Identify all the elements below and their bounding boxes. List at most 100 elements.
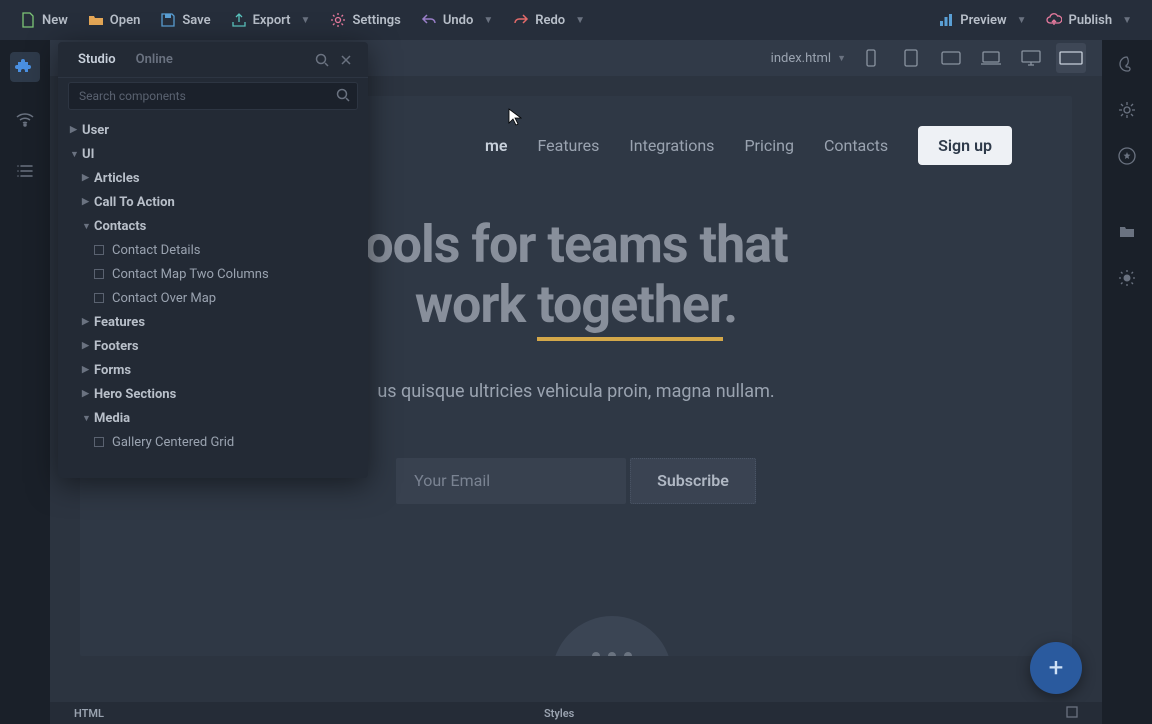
dot-icon (608, 652, 616, 656)
chevron-down-icon: ▼ (1017, 15, 1027, 26)
settings-label: Settings (352, 13, 400, 28)
save-button[interactable]: Save (150, 6, 220, 34)
tree-hero[interactable]: Hero Sections (58, 382, 368, 406)
top-toolbar: New Open Save Export ▼ Settings Undo ▼ (0, 0, 1152, 40)
signup-button[interactable]: Sign up (918, 126, 1012, 165)
left-rail (0, 40, 50, 724)
tree-contact-details[interactable]: Contact Details (58, 238, 368, 262)
tab-styles[interactable]: Styles (544, 707, 574, 720)
palette-rail-button[interactable] (1115, 52, 1139, 76)
nav-contacts[interactable]: Contacts (824, 136, 888, 155)
export-button[interactable]: Export ▼ (221, 6, 321, 34)
email-input[interactable] (396, 458, 626, 504)
nav-home[interactable]: me (485, 136, 508, 155)
bottom-tabs: HTML Styles (50, 702, 1102, 724)
preview-button[interactable]: Preview ▼ (928, 6, 1036, 34)
hero-line2-a: work (415, 274, 537, 335)
components-rail-button[interactable] (10, 52, 40, 82)
list-rail-button[interactable] (10, 156, 40, 186)
preview-label: Preview (960, 13, 1006, 28)
tree-cta[interactable]: Call To Action (58, 190, 368, 214)
dot-icon (624, 652, 632, 656)
tree-user[interactable]: User (58, 118, 368, 142)
hero-underline-word: together (537, 274, 723, 341)
tree-contact-map-two[interactable]: Contact Map Two Columns (58, 262, 368, 286)
tree-articles[interactable]: Articles (58, 166, 368, 190)
search-icon (315, 53, 329, 67)
palette-icon (1118, 55, 1136, 73)
undo-label: Undo (443, 13, 473, 28)
gear-rail-button[interactable] (1115, 98, 1139, 122)
open-label: Open (110, 13, 141, 28)
device-phone-button[interactable] (856, 43, 886, 73)
star-circle-icon (1118, 147, 1136, 165)
undo-button[interactable]: Undo ▼ (411, 6, 503, 34)
device-tablet-landscape-button[interactable] (936, 43, 966, 73)
tree-gallery-centered[interactable]: Gallery Centered Grid (58, 430, 368, 454)
tree-features[interactable]: Features (58, 310, 368, 334)
theme-rail-button[interactable] (1115, 266, 1139, 290)
puzzle-icon (15, 57, 35, 77)
device-desktop-button[interactable] (1016, 43, 1046, 73)
subscribe-button[interactable]: Subscribe (630, 458, 756, 504)
search-input[interactable] (68, 82, 358, 110)
new-label: New (42, 13, 68, 28)
device-wide-button[interactable] (1056, 43, 1086, 73)
tablet-portrait-icon (903, 49, 919, 67)
dot-icon (592, 652, 600, 656)
components-panel: Studio Online User UI Articles Call To A… (58, 42, 368, 478)
export-label: Export (253, 13, 291, 28)
folder-open-icon (88, 12, 104, 28)
publish-label: Publish (1068, 13, 1112, 28)
right-rail (1102, 40, 1152, 724)
search-toggle-button[interactable] (310, 48, 334, 72)
close-panel-button[interactable] (334, 48, 358, 72)
comp-panel-tabs: Studio Online (58, 42, 368, 78)
star-rail-button[interactable] (1115, 144, 1139, 168)
publish-button[interactable]: Publish ▼ (1036, 6, 1142, 34)
chevron-down-icon: ▼ (301, 15, 311, 26)
file-name: index.html (771, 51, 831, 66)
settings-button[interactable]: Settings (320, 6, 410, 34)
tree-ui[interactable]: UI (58, 142, 368, 166)
tree-contacts[interactable]: Contacts (58, 214, 368, 238)
chevron-down-icon: ▼ (483, 15, 493, 26)
tablet-landscape-icon (941, 50, 961, 66)
nav-pricing[interactable]: Pricing (744, 136, 794, 155)
bottom-bump[interactable] (552, 616, 672, 656)
undo-icon (421, 12, 437, 28)
phone-icon (864, 49, 878, 67)
tab-html[interactable]: HTML (74, 707, 104, 720)
open-button[interactable]: Open (78, 6, 151, 34)
redo-button[interactable]: Redo ▼ (503, 6, 595, 34)
export-icon (231, 12, 247, 28)
tab-online[interactable]: Online (126, 42, 183, 77)
tree-contact-over-map[interactable]: Contact Over Map (58, 286, 368, 310)
hero-line1: ools for teams that (364, 214, 787, 275)
tab-studio[interactable]: Studio (68, 42, 126, 77)
tree-media[interactable]: Media (58, 406, 368, 430)
redo-icon (513, 12, 529, 28)
component-tree[interactable]: User UI Articles Call To Action Contacts… (58, 114, 368, 478)
device-tablet-portrait-button[interactable] (896, 43, 926, 73)
expand-icon[interactable] (1066, 706, 1078, 721)
desktop-icon (1020, 49, 1042, 67)
nav-integrations[interactable]: Integrations (629, 136, 714, 155)
new-button[interactable]: New (10, 6, 78, 34)
close-icon (340, 54, 352, 66)
chevron-down-icon: ▼ (837, 53, 846, 64)
chevron-down-icon: ▼ (575, 15, 585, 26)
file-dropdown[interactable]: index.html ▼ (771, 51, 846, 66)
folder-rail-button[interactable] (1115, 220, 1139, 244)
gear-icon (1118, 101, 1136, 119)
device-laptop-button[interactable] (976, 43, 1006, 73)
tree-footers[interactable]: Footers (58, 334, 368, 358)
nav-features[interactable]: Features (537, 136, 599, 155)
tree-forms[interactable]: Forms (58, 358, 368, 382)
chevron-down-icon: ▼ (1122, 15, 1132, 26)
cloud-upload-icon (1046, 12, 1062, 28)
comp-search-wrap (58, 78, 368, 114)
add-fab-button[interactable]: + (1030, 642, 1082, 694)
folder-icon (1118, 223, 1136, 241)
wifi-rail-button[interactable] (10, 104, 40, 134)
